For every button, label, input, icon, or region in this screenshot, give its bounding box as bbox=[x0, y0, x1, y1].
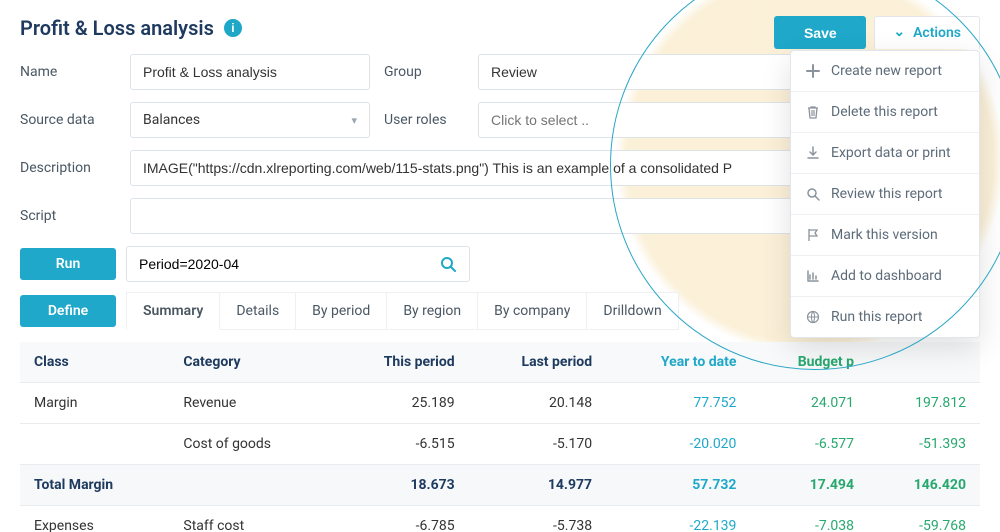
tab-drilldown[interactable]: Drilldown bbox=[587, 292, 678, 330]
label-group: Group bbox=[384, 64, 464, 80]
cell-ytd: 57.732 bbox=[606, 465, 750, 506]
cell-col7: 197.812 bbox=[868, 383, 980, 424]
tabs: Summary Details By period By region By c… bbox=[126, 292, 679, 330]
magnify-icon bbox=[805, 187, 821, 201]
menu-delete-report[interactable]: Delete this report bbox=[791, 91, 979, 132]
menu-item-label: Mark this version bbox=[831, 227, 938, 243]
define-button[interactable]: Define bbox=[20, 295, 116, 327]
cell-ytd: -22.139 bbox=[606, 506, 750, 532]
menu-item-label: Review this report bbox=[831, 186, 943, 202]
chevron-down-icon: ⌄ bbox=[893, 24, 905, 40]
chevron-down-icon: ▾ bbox=[351, 114, 357, 127]
cell-this_period: -6.785 bbox=[331, 506, 469, 532]
actions-label: Actions bbox=[913, 25, 961, 41]
flag-icon bbox=[805, 228, 821, 242]
tab-details[interactable]: Details bbox=[220, 292, 296, 330]
menu-review-report[interactable]: Review this report bbox=[791, 173, 979, 214]
cell-class: Expenses bbox=[20, 506, 169, 532]
menu-mark-version[interactable]: Mark this version bbox=[791, 214, 979, 255]
search-icon bbox=[440, 256, 456, 272]
menu-item-label: Create new report bbox=[831, 63, 942, 79]
table-row: MarginRevenue25.18920.14877.75224.071197… bbox=[20, 383, 980, 424]
save-button[interactable]: Save bbox=[774, 16, 866, 49]
chart-icon bbox=[805, 269, 821, 283]
cell-this_period: 25.189 bbox=[331, 383, 469, 424]
th-category[interactable]: Category bbox=[169, 342, 330, 383]
th-budget-p[interactable]: Budget p bbox=[750, 342, 868, 383]
cell-category: Staff cost bbox=[169, 506, 330, 532]
globe-icon bbox=[805, 310, 821, 324]
plus-icon bbox=[805, 64, 821, 78]
menu-item-label: Add to dashboard bbox=[831, 268, 942, 284]
cell-last_period: 20.148 bbox=[469, 383, 606, 424]
actions-menu: Create new report Delete this report Exp… bbox=[790, 50, 980, 338]
cell-class: Margin bbox=[20, 383, 169, 424]
cell-col7: -59.768 bbox=[868, 506, 980, 532]
cell-category: Cost of goods bbox=[169, 424, 330, 465]
menu-item-label: Run this report bbox=[831, 309, 923, 325]
cell-class: Total Margin bbox=[20, 465, 169, 506]
menu-export-print[interactable]: Export data or print bbox=[791, 132, 979, 173]
th-col7[interactable] bbox=[868, 342, 980, 383]
th-this-period[interactable]: This period bbox=[331, 342, 469, 383]
th-class[interactable]: Class bbox=[20, 342, 169, 383]
label-description: Description bbox=[20, 160, 116, 176]
label-user-roles: User roles bbox=[384, 112, 464, 128]
name-input[interactable] bbox=[130, 54, 370, 90]
period-input[interactable] bbox=[126, 246, 426, 282]
page-title: Profit & Loss analysis bbox=[20, 16, 214, 40]
trash-icon bbox=[805, 105, 821, 119]
cell-class bbox=[20, 424, 169, 465]
cell-ytd: 77.752 bbox=[606, 383, 750, 424]
run-button[interactable]: Run bbox=[20, 248, 116, 280]
cell-last_period: -5.738 bbox=[469, 506, 606, 532]
label-source-data: Source data bbox=[20, 112, 116, 128]
th-year-to-date[interactable]: Year to date bbox=[606, 342, 750, 383]
cell-col7: -51.393 bbox=[868, 424, 980, 465]
cell-ytd: -20.020 bbox=[606, 424, 750, 465]
menu-create-new-report[interactable]: Create new report bbox=[791, 51, 979, 91]
tab-by-region[interactable]: By region bbox=[387, 292, 478, 330]
results-table: Class Category This period Last period Y… bbox=[20, 342, 980, 532]
menu-add-dashboard[interactable]: Add to dashboard bbox=[791, 255, 979, 296]
source-data-value: Balances bbox=[143, 112, 200, 128]
cell-this_period: -6.515 bbox=[331, 424, 469, 465]
cell-budget: 17.494 bbox=[750, 465, 868, 506]
label-name: Name bbox=[20, 64, 116, 80]
download-icon bbox=[805, 146, 821, 160]
label-script: Script bbox=[20, 208, 116, 224]
table-row: ExpensesStaff cost-6.785-5.738-22.139-7.… bbox=[20, 506, 980, 532]
cell-budget: -7.038 bbox=[750, 506, 868, 532]
cell-budget: -6.577 bbox=[750, 424, 868, 465]
menu-item-label: Export data or print bbox=[831, 145, 951, 161]
table-row: Cost of goods-6.515-5.170-20.020-6.577-5… bbox=[20, 424, 980, 465]
cell-budget: 24.071 bbox=[750, 383, 868, 424]
source-data-select[interactable]: Balances ▾ bbox=[130, 102, 370, 138]
tab-by-company[interactable]: By company bbox=[478, 292, 587, 330]
actions-dropdown-toggle[interactable]: ⌄ Actions bbox=[874, 16, 980, 49]
tab-by-period[interactable]: By period bbox=[296, 292, 387, 330]
cell-last_period: -5.170 bbox=[469, 424, 606, 465]
tab-summary[interactable]: Summary bbox=[126, 292, 220, 330]
info-icon[interactable]: i bbox=[224, 19, 242, 37]
th-last-period[interactable]: Last period bbox=[469, 342, 606, 383]
period-search-button[interactable] bbox=[426, 246, 470, 282]
menu-item-label: Delete this report bbox=[831, 104, 938, 120]
menu-run-report[interactable]: Run this report bbox=[791, 296, 979, 337]
cell-category: Revenue bbox=[169, 383, 330, 424]
cell-category bbox=[169, 465, 330, 506]
table-row: Total Margin 18.67314.97757.73217.494146.… bbox=[20, 465, 980, 506]
cell-col7: 146.420 bbox=[868, 465, 980, 506]
cell-this_period: 18.673 bbox=[331, 465, 469, 506]
cell-last_period: 14.977 bbox=[469, 465, 606, 506]
